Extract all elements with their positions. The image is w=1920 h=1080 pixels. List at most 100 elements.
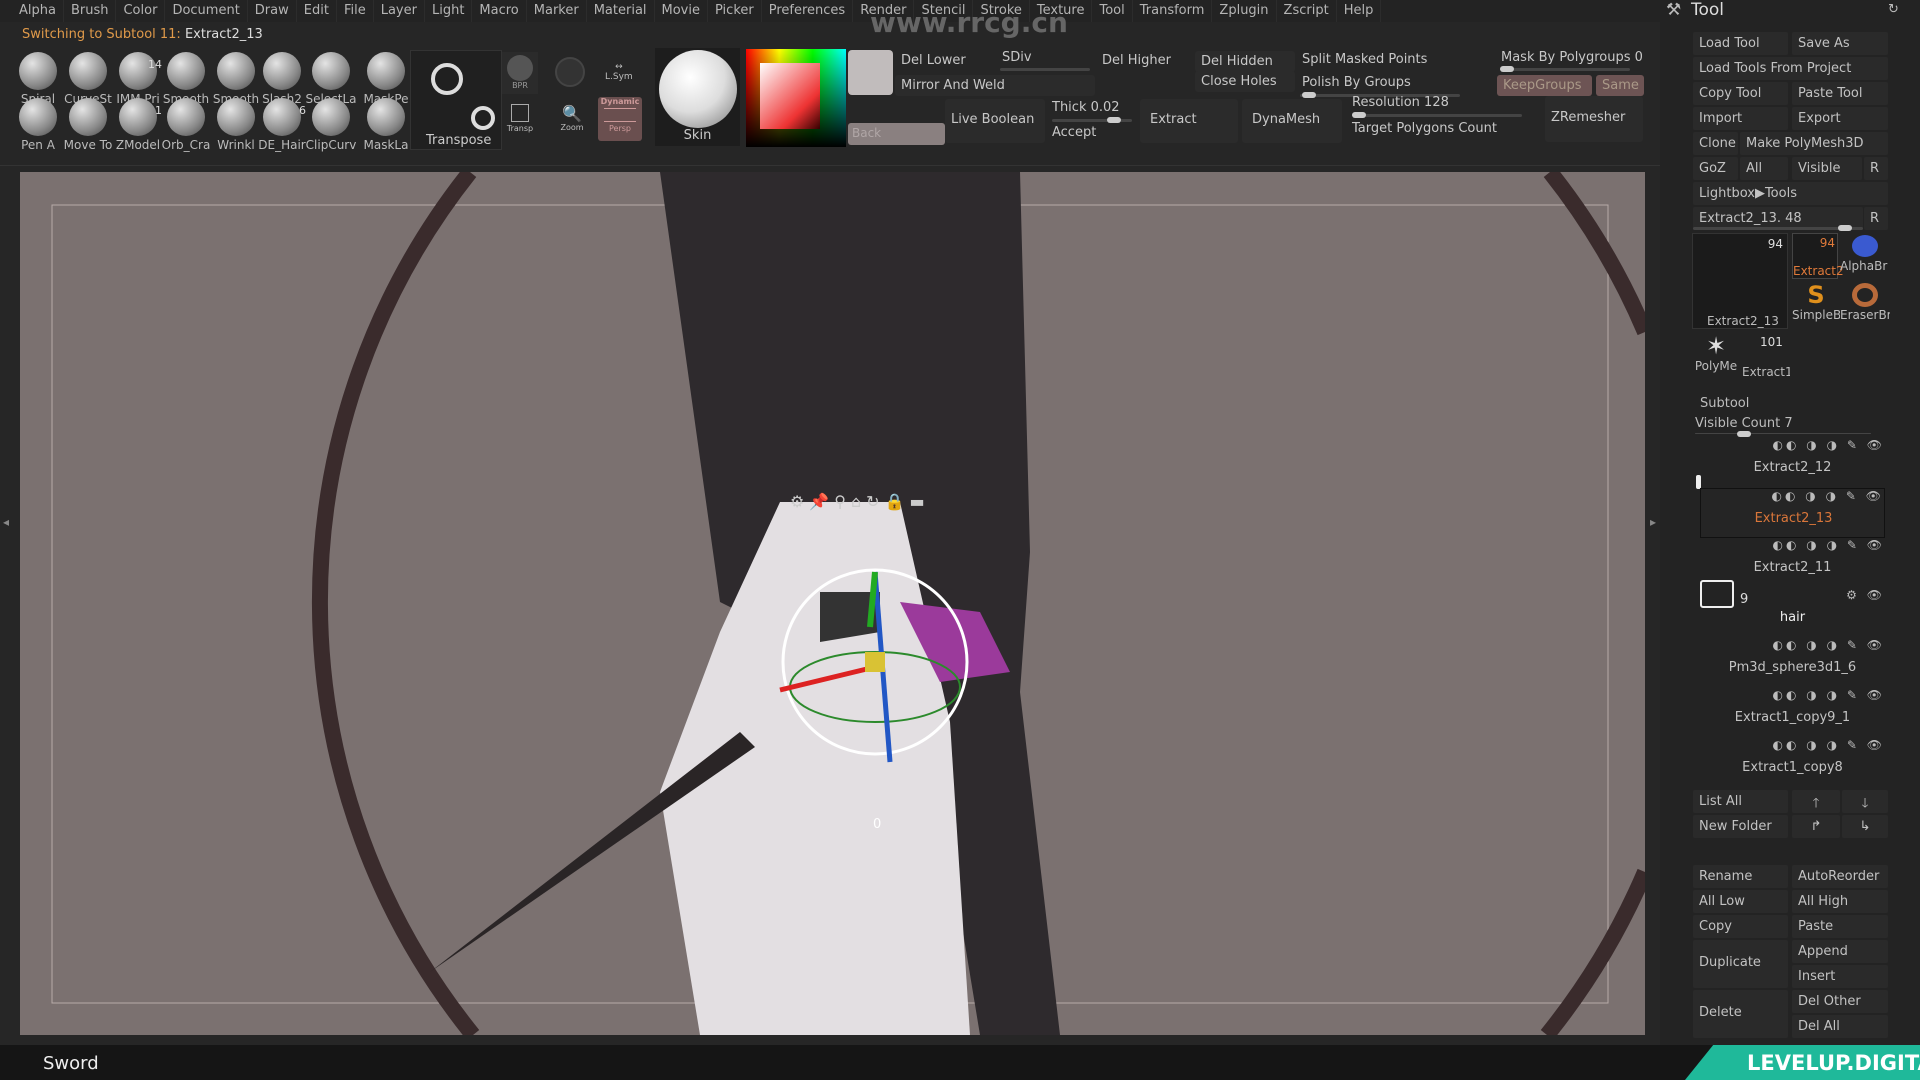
subtool-item[interactable]: ◐◐ ◑ ◑ ✎ 👁 Extract1_copy8 (1700, 738, 1885, 788)
autoreorder-button[interactable]: AutoReorder (1792, 865, 1888, 888)
eye-icon[interactable]: 👁 (1867, 688, 1885, 702)
reset-icon[interactable]: ↻ (1888, 2, 1899, 17)
brush-maskla[interactable]: MaskLa (360, 98, 412, 152)
subtool-item[interactable]: ◐◐ ◑ ◑ ✎ 👁 Extract2_12 (1700, 438, 1885, 488)
brush-edit-icon[interactable]: ✎ (1847, 638, 1860, 652)
load-tools-from-project-button[interactable]: Load Tools From Project (1693, 57, 1888, 80)
main-color-swatch[interactable] (848, 50, 893, 95)
all-high-button[interactable]: All High (1792, 890, 1888, 913)
menu-brush[interactable]: Brush (64, 0, 117, 22)
brush-move-to[interactable]: Move To (62, 98, 114, 152)
bpr-button[interactable]: BPR (502, 52, 538, 94)
brush-edit-icon[interactable]: ✎ (1847, 538, 1860, 552)
menu-movie[interactable]: Movie (655, 0, 708, 22)
brush-de-hair[interactable]: DE_Hair 6 (256, 98, 308, 152)
load-tool-button[interactable]: Load Tool (1693, 32, 1788, 55)
eye-icon[interactable]: 👁 (1867, 588, 1885, 602)
menu-alpha[interactable]: Alpha (12, 0, 64, 22)
eye-icon[interactable]: 👁 (1866, 489, 1884, 503)
polygroup-toggle-icon[interactable]: ◐◐ ◑ ◑ (1773, 638, 1841, 652)
save-as-button[interactable]: Save As (1792, 32, 1888, 55)
toggle-icon[interactable]: ▬ (909, 492, 929, 511)
menu-picker[interactable]: Picker (708, 0, 762, 22)
polygroup-toggle-icon[interactable]: ◐◐ ◑ ◑ (1773, 438, 1841, 452)
copy-tool-button[interactable]: Copy Tool (1693, 82, 1788, 105)
paste-subtool-button[interactable]: Paste (1792, 915, 1888, 938)
move-down-button[interactable]: 🡓 (1842, 790, 1888, 813)
lock-icon[interactable]: 🔒 (885, 492, 910, 511)
zremesher-button[interactable]: ZRemesher (1545, 96, 1643, 142)
persp-button[interactable]: Dynamic Persp (598, 97, 642, 141)
del-hidden-button[interactable]: Del Hidden (1195, 51, 1295, 72)
polygroup-toggle-icon[interactable]: ◐◐ ◑ ◑ (1773, 538, 1841, 552)
paste-tool-button[interactable]: Paste Tool (1792, 82, 1888, 105)
polygroup-toggle-icon[interactable]: ◐◐ ◑ ◑ (1773, 738, 1841, 752)
tool-thumb-simplebrush[interactable]: S SimpleB (1792, 282, 1840, 328)
del-lower-button[interactable]: Del Lower (901, 53, 966, 68)
brush-clipcurv[interactable]: ClipCurv (305, 98, 357, 152)
move-into-folder-button[interactable]: ↱ (1792, 815, 1840, 838)
menu-document[interactable]: Document (165, 0, 248, 22)
import-button[interactable]: Import (1693, 107, 1788, 130)
menu-transform[interactable]: Transform (1133, 0, 1213, 22)
target-polygons-slider[interactable]: Target Polygons Count (1352, 121, 1497, 136)
menu-draw[interactable]: Draw (248, 0, 297, 22)
extract-button[interactable]: Extract (1140, 99, 1238, 143)
brush-edit-icon[interactable]: ✎ (1847, 688, 1860, 702)
polygroup-toggle-icon[interactable]: ◐◐ ◑ ◑ (1772, 489, 1840, 503)
gear-icon[interactable]: ⚙ (1846, 588, 1860, 602)
brush-edit-icon[interactable]: ✎ (1846, 489, 1859, 503)
subtool-item[interactable]: ◐◐ ◑ ◑ ✎ 👁 Extract2_13 (1700, 488, 1885, 538)
move-up-button[interactable]: 🡑 (1792, 790, 1840, 813)
menu-zplugin[interactable]: Zplugin (1212, 0, 1277, 22)
solo-button[interactable] (555, 57, 585, 87)
live-boolean-button[interactable]: Live Boolean (945, 99, 1045, 143)
brush-zmodel[interactable]: ZModel 1 (112, 98, 164, 152)
tool-thumb-eraserbrush[interactable]: EraserBr (1840, 282, 1890, 328)
subtool-item[interactable]: ◐◐ ◑ ◑ ✎ 👁 Extract1_copy9_1 (1700, 688, 1885, 738)
menu-material[interactable]: Material (587, 0, 655, 22)
brush-orb-cra[interactable]: Orb_Cra (160, 98, 212, 152)
eye-icon[interactable]: 👁 (1867, 538, 1885, 552)
home-icon[interactable]: ⌂ (851, 492, 866, 511)
menu-preferences[interactable]: Preferences (762, 0, 854, 22)
copy-subtool-button[interactable]: Copy (1693, 915, 1788, 938)
clone-button[interactable]: Clone (1693, 132, 1738, 155)
mirror-and-weld-button[interactable]: Mirror And Weld (895, 75, 1095, 96)
sdiv-slider[interactable]: SDiv (1002, 50, 1032, 65)
menu-macro[interactable]: Macro (472, 0, 527, 22)
accept-button[interactable]: Accept (1052, 125, 1096, 140)
lightbox-tools-button[interactable]: Lightbox▶Tools (1693, 182, 1888, 205)
pin-icon[interactable]: 📌 (809, 492, 834, 511)
menu-zscript[interactable]: Zscript (1277, 0, 1337, 22)
resolution-track[interactable] (1352, 112, 1522, 118)
gear-icon[interactable]: ⚙ (790, 492, 809, 511)
tool-thumb-main[interactable]: 94 Extract2_13 (1692, 233, 1788, 329)
del-all-button[interactable]: Del All (1792, 1015, 1888, 1038)
new-folder-button[interactable]: New Folder (1693, 815, 1788, 838)
del-other-button[interactable]: Del Other (1792, 990, 1888, 1013)
subtool-item[interactable]: ⚙ 👁 hair 9 (1700, 580, 1885, 638)
menu-tool[interactable]: Tool (1092, 0, 1133, 22)
polish-by-groups-slider[interactable]: Polish By Groups (1302, 75, 1411, 90)
canvas-viewport[interactable]: ⚙📌⚲⌂↻🔒▬ 0 (20, 172, 1645, 1035)
tool-thumb-extract1[interactable]: 101 Extract1 (1742, 333, 1790, 379)
del-higher-button[interactable]: Del Higher (1102, 53, 1171, 68)
menu-color[interactable]: Color (116, 0, 166, 22)
lsym-button[interactable]: ↔ L.Sym (605, 62, 633, 82)
current-tool-r-button[interactable]: R (1864, 207, 1888, 230)
visible-count-slider[interactable]: Visible Count 7 (1695, 416, 1793, 431)
menu-marker[interactable]: Marker (527, 0, 587, 22)
keep-groups-button[interactable]: KeepGroups (1497, 75, 1592, 96)
mask-polygroups-track[interactable] (1500, 66, 1630, 72)
subtool-header[interactable]: Subtool (1700, 396, 1749, 411)
menu-layer[interactable]: Layer (374, 0, 425, 22)
right-tray-toggle[interactable]: ▸ (1650, 515, 1656, 529)
mask-by-polygroups-slider[interactable]: Mask By Polygroups 0 (1501, 50, 1643, 65)
material-button[interactable]: Skin (655, 48, 740, 146)
export-button[interactable]: Export (1792, 107, 1888, 130)
all-low-button[interactable]: All Low (1693, 890, 1788, 913)
duplicate-button[interactable]: Duplicate (1693, 940, 1788, 988)
goz-r-button[interactable]: R (1864, 157, 1888, 180)
polygroup-toggle-icon[interactable]: ◐◐ ◑ ◑ (1773, 688, 1841, 702)
